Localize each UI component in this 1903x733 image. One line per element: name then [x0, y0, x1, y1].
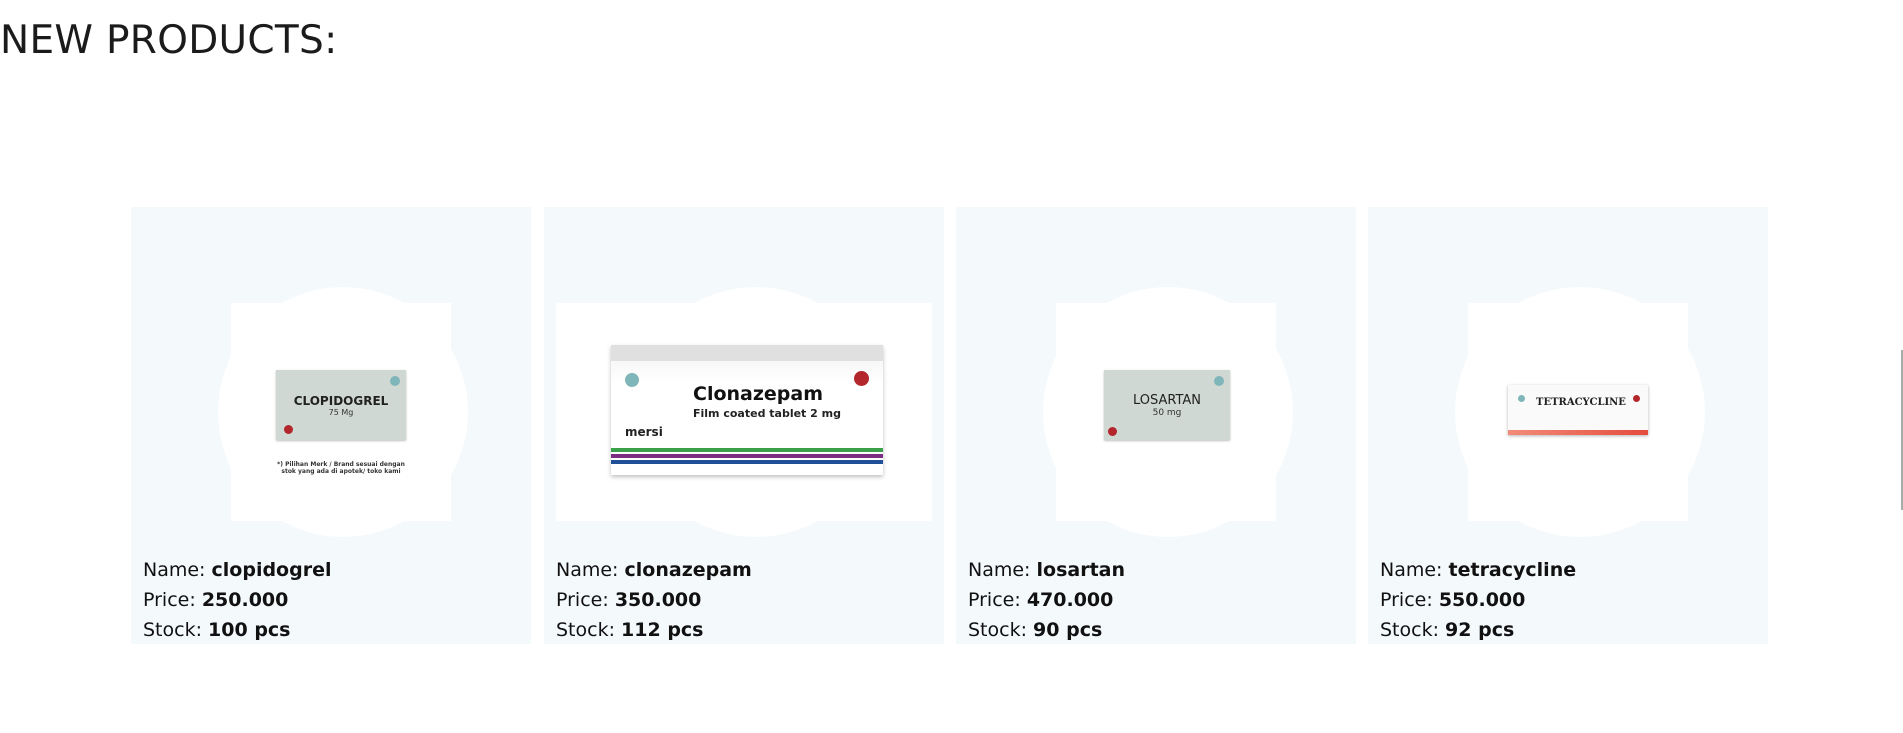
red-logo-icon: [1633, 395, 1640, 402]
product-price-line: Price: 350.000: [556, 589, 702, 611]
red-logo-icon: [854, 371, 869, 386]
red-logo-icon: [284, 425, 293, 434]
box-note: *) Pilihan Merk / Brand sesuai dengan st…: [277, 461, 405, 475]
product-card[interactable]: Clonazepam Film coated tablet 2 mg mersi…: [544, 207, 944, 644]
product-image[interactable]: Clonazepam Film coated tablet 2 mg mersi: [556, 287, 932, 537]
medicine-box: CLOPIDOGREL 75 Mg: [276, 370, 406, 440]
product-price: 550.000: [1438, 589, 1526, 611]
product-info: Name: tetracycline Price: 550.000 Stock:…: [1380, 555, 1576, 645]
product-grid: CLOPIDOGREL 75 Mg *) Pilihan Merk / Bran…: [131, 207, 1768, 644]
product-image[interactable]: CLOPIDOGREL 75 Mg *) Pilihan Merk / Bran…: [143, 287, 519, 537]
section-title: NEW PRODUCTS:: [0, 18, 338, 63]
product-info: Name: losartan Price: 470.000 Stock: 90 …: [968, 555, 1125, 645]
product-name-line: Name: clopidogrel: [143, 559, 332, 581]
product-price: 470.000: [1026, 589, 1114, 611]
product-image[interactable]: TETRACYCLINE: [1380, 287, 1756, 537]
product-stock-line: Stock: 112 pcs: [556, 619, 704, 641]
product-info: Name: clopidogrel Price: 250.000 Stock: …: [143, 555, 331, 645]
red-logo-icon: [1108, 427, 1117, 436]
medicine-box: LOSARTAN 50 mg: [1104, 370, 1230, 440]
product-stock: 112 pcs: [621, 619, 704, 641]
product-stock-line: Stock: 90 pcs: [968, 619, 1103, 641]
product-name-line: Name: clonazepam: [556, 559, 752, 581]
medicine-box: Clonazepam Film coated tablet 2 mg mersi: [611, 345, 883, 475]
product-name: clonazepam: [624, 559, 752, 581]
medicine-box: TETRACYCLINE: [1508, 385, 1648, 435]
product-stock: 92 pcs: [1445, 619, 1515, 641]
product-name-line: Name: losartan: [968, 559, 1126, 581]
product-price-line: Price: 250.000: [143, 589, 289, 611]
product-price-line: Price: 550.000: [1380, 589, 1526, 611]
product-stock: 100 pcs: [208, 619, 291, 641]
badge-icon: [1214, 376, 1224, 386]
product-price: 250.000: [201, 589, 289, 611]
product-card[interactable]: LOSARTAN 50 mg Name: losartan Price: 470…: [956, 207, 1356, 644]
product-stock-line: Stock: 92 pcs: [1380, 619, 1515, 641]
product-price: 350.000: [614, 589, 702, 611]
product-card[interactable]: CLOPIDOGREL 75 Mg *) Pilihan Merk / Bran…: [131, 207, 531, 644]
badge-icon: [625, 373, 639, 387]
badge-icon: [1518, 395, 1525, 402]
product-info: Name: clonazepam Price: 350.000 Stock: 1…: [556, 555, 752, 645]
product-name-line: Name: tetracycline: [1380, 559, 1577, 581]
product-stock-line: Stock: 100 pcs: [143, 619, 291, 641]
product-image[interactable]: LOSARTAN 50 mg: [968, 287, 1344, 537]
product-name: losartan: [1036, 559, 1126, 581]
product-price-line: Price: 470.000: [968, 589, 1114, 611]
product-name: clopidogrel: [211, 559, 332, 581]
badge-icon: [390, 376, 400, 386]
product-name: tetracycline: [1448, 559, 1577, 581]
product-stock: 90 pcs: [1033, 619, 1103, 641]
product-card[interactable]: TETRACYCLINE Name: tetracycline Price: 5…: [1368, 207, 1768, 644]
